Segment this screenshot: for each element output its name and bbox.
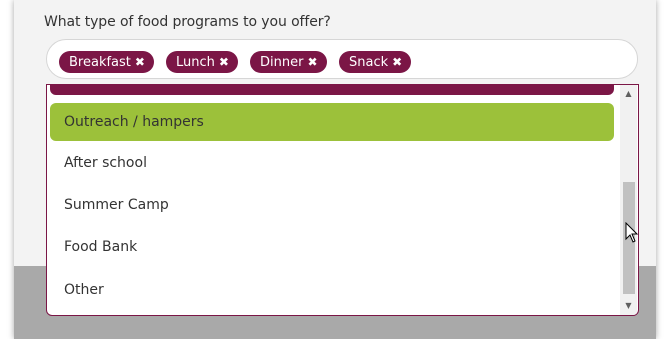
tag-label: Breakfast [69,55,131,70]
remove-tag-icon[interactable]: ✖ [135,55,145,69]
tag-label: Snack [349,55,389,70]
remove-tag-icon[interactable]: ✖ [392,55,402,69]
tag-label: Dinner [260,55,304,70]
tag-snack: Snack ✖ [339,51,412,73]
form-panel: What type of food programs to you offer?… [14,0,656,339]
scroll-down-icon[interactable]: ▼ [620,299,637,313]
option-outreach-hampers[interactable]: Outreach / hampers [50,103,614,141]
food-programs-tag-input[interactable]: Breakfast ✖ Lunch ✖ Dinner ✖ Snack ✖ [46,39,638,79]
tag-label: Lunch [176,55,215,70]
mouse-pointer-icon [625,222,639,243]
dropdown-scrollbar[interactable]: ▲ ▼ [620,85,637,315]
option-after-school[interactable]: After school [50,144,614,182]
scroll-up-icon[interactable]: ▲ [620,87,637,101]
previous-option-partial[interactable] [50,85,614,95]
food-programs-dropdown[interactable]: Outreach / hampers After school Summer C… [46,84,639,316]
tag-breakfast: Breakfast ✖ [59,51,154,73]
question-label: What type of food programs to you offer? [44,14,331,30]
tag-lunch: Lunch ✖ [166,51,238,73]
option-summer-camp[interactable]: Summer Camp [50,186,614,224]
tag-dinner: Dinner ✖ [250,51,327,73]
option-food-bank[interactable]: Food Bank [50,228,614,266]
remove-tag-icon[interactable]: ✖ [219,55,229,69]
option-other[interactable]: Other [50,271,614,309]
remove-tag-icon[interactable]: ✖ [307,55,317,69]
